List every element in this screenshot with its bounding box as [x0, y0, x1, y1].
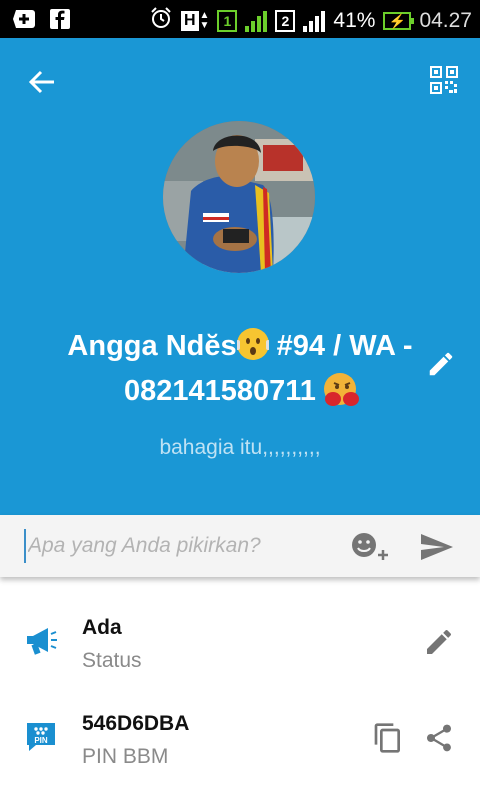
emoji-button[interactable] [350, 531, 390, 561]
copy-pin-button[interactable] [372, 722, 404, 754]
list-item-status[interactable]: Ada Status [0, 596, 480, 686]
send-button[interactable] [420, 533, 454, 561]
angry-boxing-emoji-icon [324, 373, 359, 407]
display-name-part3: 082141580711 [123, 375, 316, 407]
edit-pencil-icon [427, 629, 452, 654]
display-name: Angga Ndĕs #94 / WA - 082141580711 [40, 324, 440, 414]
clock: 04.27 [419, 9, 472, 32]
back-button[interactable] [26, 66, 58, 98]
list-item-pin[interactable]: PIN 546D6DBA PIN BBM [0, 692, 480, 782]
alarm-icon [149, 6, 173, 36]
display-name-part1: Angga Ndĕs [67, 330, 237, 362]
display-name-part2: #94 / WA - [268, 330, 413, 362]
pin-label: PIN BBM [82, 745, 169, 768]
status-label: Status [82, 649, 142, 672]
megaphone-icon [24, 624, 58, 658]
sim1-signal-icon [245, 10, 268, 32]
network-h-icon: H ▲ ▼ [180, 11, 209, 31]
battery-percent: 41% [333, 9, 376, 32]
qr-code-button[interactable] [430, 66, 458, 94]
status-bar: H ▲ ▼ 1 2 41% ⚡ 04.27 [0, 0, 480, 38]
edit-pencil-icon [429, 352, 453, 376]
share-icon [427, 724, 451, 752]
status-value: Ada [82, 616, 122, 639]
emoji-add-icon [352, 533, 388, 560]
profile-header: Angga Ndĕs #94 / WA - 082141580711 bahag… [0, 38, 480, 515]
pin-value: 546D6DBA [82, 712, 190, 735]
sim2-badge: 2 [275, 10, 296, 32]
sim2-signal-icon [303, 10, 326, 32]
battery-charging-icon: ⚡ [383, 12, 415, 30]
edit-name-button[interactable] [426, 349, 456, 379]
share-pin-button[interactable] [423, 722, 455, 754]
surprised-face-emoji-icon [235, 328, 270, 361]
add-icon [12, 7, 36, 31]
edit-status-button[interactable] [423, 626, 455, 658]
back-arrow-icon [28, 70, 54, 94]
send-icon [421, 534, 453, 560]
personal-message: bahagia itu,,,,,,,,,, [159, 436, 321, 459]
sim1-badge: 1 [217, 10, 238, 32]
status-input[interactable] [24, 529, 338, 563]
avatar[interactable] [163, 121, 315, 273]
pin-icon-label: PIN [34, 736, 48, 745]
pin-icon: PIN [24, 720, 58, 754]
notification-icons [12, 7, 72, 31]
system-icons: H ▲ ▼ 1 2 41% ⚡ 04.27 [149, 6, 472, 36]
copy-icon [374, 723, 400, 753]
qr-code-icon [430, 66, 458, 94]
status-composer [0, 515, 480, 577]
facebook-icon [48, 7, 72, 31]
